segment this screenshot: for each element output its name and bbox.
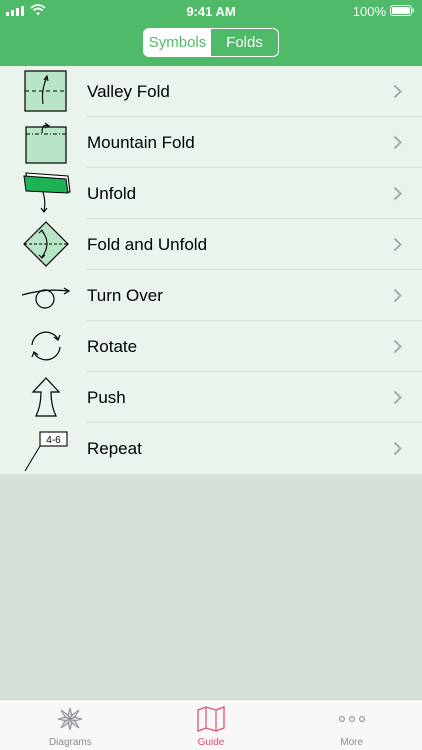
chevron-right-icon [393, 135, 402, 150]
symbol-label: Rotate [87, 337, 138, 356]
symbol-label: Mountain Fold [87, 133, 195, 152]
navigation-header: 9:41 AM 100% Symbols Folds [0, 0, 422, 66]
tab-label: More [340, 737, 364, 748]
valley-fold-icon [24, 70, 67, 112]
tab-bar: Diagrams Guide More [0, 699, 422, 750]
more-dots-icon [338, 716, 365, 722]
symbol-label: Repeat [87, 439, 142, 458]
tab-label: Diagrams [48, 737, 92, 748]
battery-icon [390, 5, 414, 16]
rotate-icon [31, 331, 61, 361]
chevron-right-icon [393, 84, 402, 99]
push-icon [31, 377, 61, 417]
tab-label: Guide [197, 737, 225, 748]
list-item[interactable]: Unfold [0, 168, 422, 219]
symbol-label: Valley Fold [87, 82, 170, 101]
fold-and-unfold-icon [23, 221, 69, 267]
chevron-right-icon [393, 237, 402, 252]
repeat-icon: 4-6 [24, 431, 68, 471]
list-item[interactable]: Fold and Unfold [0, 219, 422, 270]
list-item[interactable]: Turn Over [0, 270, 422, 321]
unfold-icon [23, 172, 71, 213]
list-item[interactable]: Mountain Fold [0, 117, 422, 168]
turn-over-icon [21, 287, 71, 309]
list-item[interactable]: Push [0, 372, 422, 423]
symbol-label: Fold and Unfold [87, 235, 208, 254]
chevron-right-icon [393, 390, 402, 405]
symbol-label: Unfold [87, 184, 137, 203]
tab-more[interactable]: More [281, 700, 422, 750]
list-item[interactable]: 4-6 Repeat [0, 423, 422, 474]
chevron-right-icon [393, 288, 402, 303]
repeat-badge: 4-6 [46, 435, 61, 446]
chevron-right-icon [393, 441, 402, 456]
chevron-right-icon [393, 186, 402, 201]
symbols-folds-segmented-control[interactable]: Symbols Folds [143, 28, 279, 57]
tab-diagrams[interactable]: Diagrams [0, 700, 141, 750]
status-bar: 9:41 AM 100% [0, 0, 422, 22]
segment-symbols[interactable]: Symbols [144, 29, 211, 56]
tab-guide[interactable]: Guide [141, 700, 282, 750]
symbol-label: Push [87, 388, 126, 407]
map-icon [197, 706, 225, 732]
symbol-list: Valley Fold Mountain Fold Unfold Fold an… [0, 66, 422, 474]
symbol-label: Turn Over [87, 286, 163, 305]
mountain-fold-icon [25, 122, 67, 164]
crane-flower-icon [58, 707, 83, 731]
list-item[interactable]: Valley Fold [0, 66, 422, 117]
list-item[interactable]: Rotate [0, 321, 422, 372]
chevron-right-icon [393, 339, 402, 354]
segment-folds[interactable]: Folds [211, 29, 278, 56]
battery-percent: 100% [352, 4, 386, 19]
